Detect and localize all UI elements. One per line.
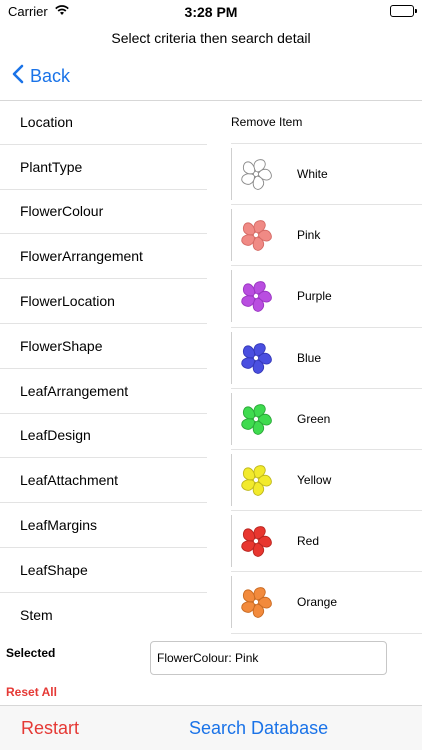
page-prompt: Select criteria then search detail [111, 30, 311, 46]
colour-option-label: White [297, 167, 328, 182]
colour-option-row[interactable]: Orange [231, 572, 422, 634]
flower-white-icon [231, 148, 279, 201]
criteria-item-flowercolour[interactable]: FlowerColour [0, 190, 207, 235]
colour-option-label: Pink [297, 228, 321, 243]
criteria-item-leafarrangement[interactable]: LeafArrangement [0, 369, 207, 414]
criteria-list: Location PlantType FlowerColour FlowerAr… [0, 100, 207, 638]
value-panel: Remove Item White Pink Purple Blue Green Yell… [231, 100, 422, 634]
criteria-item-leafmargins[interactable]: LeafMargins [0, 503, 207, 548]
criteria-item-leafshape[interactable]: LeafShape [0, 548, 207, 593]
colour-option-label: Green [297, 411, 331, 426]
selected-label: Selected [6, 646, 56, 660]
battery-icon [390, 5, 417, 17]
criteria-label: Location [20, 113, 73, 130]
colour-option-row[interactable]: Blue [231, 328, 422, 389]
colour-option-row[interactable]: Green [231, 389, 422, 450]
selected-criteria-field[interactable] [150, 641, 387, 675]
colour-option-row[interactable]: White [231, 144, 422, 206]
criteria-label: LeafDesign [20, 427, 91, 444]
criteria-label: LeafArrangement [20, 382, 129, 399]
status-bar: Carrier 3:28 PM [0, 0, 422, 24]
colour-option-row[interactable]: Pink [231, 205, 422, 267]
flower-red-icon [231, 515, 279, 568]
flower-green-icon [231, 392, 279, 445]
search-database-button[interactable]: Search Database [189, 718, 328, 739]
colour-option-label: Purple [297, 289, 332, 304]
flower-purple-icon [231, 270, 279, 323]
remove-item-button[interactable]: Remove Item [231, 100, 422, 144]
colour-option-label: Yellow [297, 473, 332, 488]
criteria-label: LeafMargins [20, 517, 98, 534]
criteria-item-planttype[interactable]: PlantType [0, 145, 207, 190]
criteria-item-leafdesign[interactable]: LeafDesign [0, 414, 207, 459]
restart-button[interactable]: Restart [21, 718, 79, 739]
colour-option-row[interactable]: Purple [231, 266, 422, 328]
criteria-label: PlantType [20, 158, 83, 175]
reset-all-button[interactable]: Reset All [6, 685, 57, 699]
criteria-label: FlowerColour [20, 203, 104, 220]
chevron-left-icon [12, 64, 24, 89]
criteria-item-leafattachment[interactable]: LeafAttachment [0, 458, 207, 504]
criteria-label: LeafShape [20, 561, 88, 578]
flower-yellow-icon [231, 454, 279, 507]
flower-orange-icon [231, 576, 279, 629]
colour-option-label: Orange [297, 595, 338, 610]
colour-option-label: Blue [297, 350, 322, 365]
bottom-toolbar: Restart Search Database [0, 705, 422, 750]
criteria-label: FlowerLocation [20, 293, 115, 310]
colour-option-row[interactable]: Red [231, 511, 422, 573]
criteria-label: Stem [20, 607, 53, 624]
criteria-label: LeafAttachment [20, 472, 119, 489]
criteria-item-flowerarrangement[interactable]: FlowerArrangement [0, 234, 207, 280]
clock: 3:28 PM [184, 4, 238, 20]
flower-pink-icon [231, 209, 279, 262]
back-label: Back [30, 66, 71, 86]
flower-blue-icon [231, 331, 279, 384]
back-button[interactable]: Back [12, 64, 70, 89]
criteria-item-flowerlocation[interactable]: FlowerLocation [0, 279, 207, 324]
criteria-item-flowershape[interactable]: FlowerShape [0, 324, 207, 369]
colour-option-row[interactable]: Yellow [231, 450, 422, 512]
criteria-label: FlowerArrangement [20, 248, 143, 265]
criteria-item-location[interactable]: Location [0, 100, 207, 145]
criteria-label: FlowerShape [20, 337, 103, 354]
criteria-item-stem[interactable]: Stem [0, 593, 207, 638]
colour-option-label: Red [297, 534, 320, 549]
